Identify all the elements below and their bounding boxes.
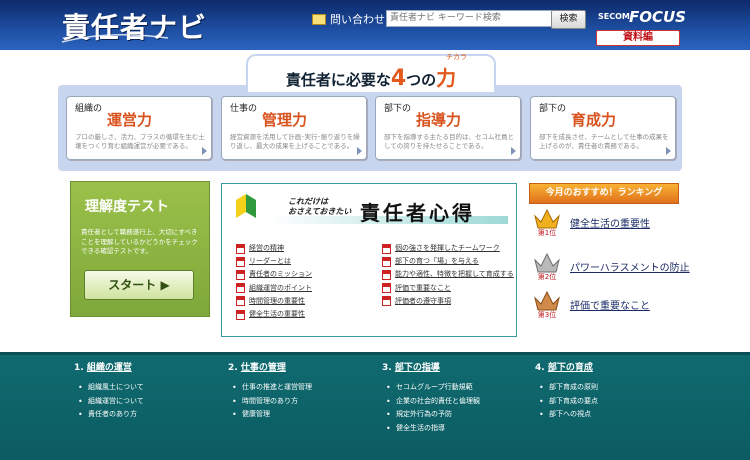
pdf-icon: [236, 309, 245, 320]
kokoroe-subtitle: これだけは おさえておきたい: [288, 197, 352, 216]
list-item[interactable]: 責任者のミッション: [236, 268, 312, 281]
card-text: 経営資源を活用して計画･実行･振り返りを繰り返し、最大の成果を上げることである。: [230, 133, 360, 150]
list-item[interactable]: 健全生活の重要性: [236, 308, 312, 321]
beginner-mark-icon: [236, 194, 256, 218]
pdf-icon: [382, 283, 391, 294]
list-item[interactable]: 能力や適性、特徴を把握して育成する: [382, 268, 514, 281]
search-button[interactable]: 検索: [551, 10, 586, 29]
list-item[interactable]: リーダーとは: [236, 255, 312, 268]
card-title: 管理力: [262, 111, 308, 129]
card-sub: 部下の: [539, 104, 567, 114]
card-unei[interactable]: 組織の 運営力 プロの厳しさ、活力、プラスの循環を生む土壌をつくり育む組織運営が…: [66, 96, 212, 160]
footer-link[interactable]: 健全生活の指導: [382, 422, 480, 436]
footer-link[interactable]: 組織運営について: [74, 395, 144, 409]
understanding-test-box: 理解度テスト 責任者として職務遂行上、大切にすべきことを理解しているかどうかをチ…: [70, 181, 210, 317]
mail-icon: [312, 13, 326, 25]
card-text: 部下を成長させ、チームとして仕事の成果を上げるのが、責任者の責務である。: [539, 133, 669, 150]
footer-link[interactable]: 組織風土について: [74, 381, 144, 395]
arrow-icon: [511, 147, 516, 155]
pdf-icon: [382, 243, 391, 254]
kokoroe-list-right: 個の強さを発揮したチームワーク 部下の育つ「場」を与える 能力や適性、特徴を把握…: [382, 242, 514, 308]
list-item[interactable]: 評価で重要なこと: [382, 282, 514, 295]
footer-link[interactable]: 企業の社会的責任と倫理観: [382, 395, 480, 409]
focus-logo[interactable]: FOCUS: [629, 8, 686, 26]
pdf-icon: [382, 296, 391, 307]
four-powers-title: 責任者に必要な4つの力: [285, 66, 457, 91]
arrow-icon: [202, 147, 207, 155]
crown-gold-icon: 第1位: [534, 208, 560, 236]
logo-swoosh-icon: [61, 34, 169, 43]
kokoroe-panel: これだけは おさえておきたい 責任者心得 経営の精神 リーダーとは 責任者のミッシ…: [221, 183, 517, 337]
pdf-icon: [236, 296, 245, 307]
kokoroe-title: 責任者心得: [360, 201, 475, 225]
secom-logo: SECOM: [598, 12, 630, 21]
footer-column-title[interactable]: 3. 部下の指導: [382, 360, 480, 373]
footer-link[interactable]: 時間管理のあり方: [228, 395, 312, 409]
four-powers-title-box: 責任者に必要な4つの力 チカラ: [246, 53, 496, 92]
footer-link[interactable]: 仕事の推進と運営管理: [228, 381, 312, 395]
pdf-icon: [236, 283, 245, 294]
kokoroe-list-left: 経営の精神 リーダーとは 責任者のミッション 組織運営のポイント 時間管理の重要…: [236, 242, 312, 321]
arrow-icon: [357, 147, 362, 155]
materials-button[interactable]: 資料編: [596, 30, 680, 46]
card-shidou[interactable]: 部下の 指導力 部下を指導する主たる目的は、セコム社員としての誇りを持たせること…: [375, 96, 521, 160]
list-item[interactable]: 経営の精神: [236, 242, 312, 255]
list-item[interactable]: 部下の育つ「場」を与える: [382, 255, 514, 268]
pdf-icon: [382, 270, 391, 280]
footer-column-2: 2. 仕事の管理 仕事の推進と運営管理 時間管理のあり方 健康管理: [228, 360, 312, 422]
footer-column-1: 1. 組織の運営 組織風土について 組織運営について 責任者のあり方: [74, 360, 144, 422]
footer-column-4: 4. 部下の育成 部下育成の原則 部下育成の要点 部下への視点: [535, 360, 598, 422]
footer-link[interactable]: 健康管理: [228, 408, 312, 422]
ranking-label: 健全生活の重要性: [570, 219, 650, 230]
contact-label: 問い合わせ: [330, 13, 385, 26]
test-title: 理解度テスト: [85, 199, 169, 215]
ranking-item-2[interactable]: 第2位 パワーハラスメントの防止: [532, 250, 690, 280]
svg-text:第2位: 第2位: [538, 272, 556, 280]
footer-link[interactable]: 規定外行為の予防: [382, 408, 480, 422]
list-item[interactable]: 時間管理の重要性: [236, 295, 312, 308]
list-item[interactable]: 組織運営のポイント: [236, 282, 312, 295]
card-text: 部下を指導する主たる目的は、セコム社員としての誇りを持たせることである。: [384, 133, 514, 150]
list-item[interactable]: 個の強さを発揮したチームワーク: [382, 242, 514, 255]
arrow-icon: [666, 147, 671, 155]
footer-link[interactable]: 部下への視点: [535, 408, 598, 422]
footer-link[interactable]: 部下育成の要点: [535, 395, 598, 409]
footer-link[interactable]: 部下育成の原則: [535, 381, 598, 395]
contact-link[interactable]: 問い合わせ: [312, 11, 385, 27]
card-text: プロの厳しさ、活力、プラスの循環を生む土壌をつくり育む組織運営が必要である。: [75, 133, 205, 150]
start-button[interactable]: スタート ▶: [84, 270, 194, 300]
card-ikusei[interactable]: 部下の 育成力 部下を成長させ、チームとして仕事の成果を上げるのが、責任者の責務…: [530, 96, 676, 160]
footer-column-3: 3. 部下の指導 セコムグループ行動規範 企業の社会的責任と倫理観 規定外行為の…: [382, 360, 480, 435]
svg-text:第3位: 第3位: [538, 310, 556, 318]
card-title: 運営力: [107, 111, 153, 129]
ruby-text: チカラ: [446, 53, 467, 61]
card-title: 育成力: [571, 111, 617, 129]
svg-text:第1位: 第1位: [538, 228, 556, 236]
pdf-icon: [382, 256, 391, 267]
pdf-icon: [236, 270, 245, 280]
ranking-label: パワーハラスメントの防止: [570, 263, 690, 274]
crown-bronze-icon: 第3位: [534, 290, 560, 318]
ranking-item-1[interactable]: 第1位 健全生活の重要性: [532, 206, 682, 236]
card-sub: 組織の: [75, 104, 103, 114]
footer-column-title[interactable]: 4. 部下の育成: [535, 360, 598, 373]
pdf-icon: [236, 243, 245, 254]
card-title: 指導力: [416, 111, 462, 129]
pdf-icon: [236, 256, 245, 267]
ranking-header: 今月のおすすめ！ランキング: [529, 183, 679, 204]
ranking-label: 評価で重要なこと: [570, 301, 650, 312]
crown-silver-icon: 第2位: [534, 252, 560, 280]
footer-link[interactable]: セコムグループ行動規範: [382, 381, 480, 395]
list-item[interactable]: 評価者の遵守事項: [382, 295, 514, 308]
card-sub: 部下の: [384, 104, 412, 114]
ranking-item-3[interactable]: 第3位 評価で重要なこと: [532, 288, 682, 318]
card-sub: 仕事の: [230, 104, 258, 114]
test-description: 責任者として職務遂行上、大切にすべきことを理解しているかどうかをチェックできる確…: [81, 228, 198, 255]
search-input[interactable]: [386, 10, 554, 27]
card-kanri[interactable]: 仕事の 管理力 経営資源を活用して計画･実行･振り返りを繰り返し、最大の成果を上…: [221, 96, 367, 160]
footer-link[interactable]: 責任者のあり方: [74, 408, 144, 422]
footer-column-title[interactable]: 1. 組織の運営: [74, 360, 144, 373]
footer-column-title[interactable]: 2. 仕事の管理: [228, 360, 312, 373]
